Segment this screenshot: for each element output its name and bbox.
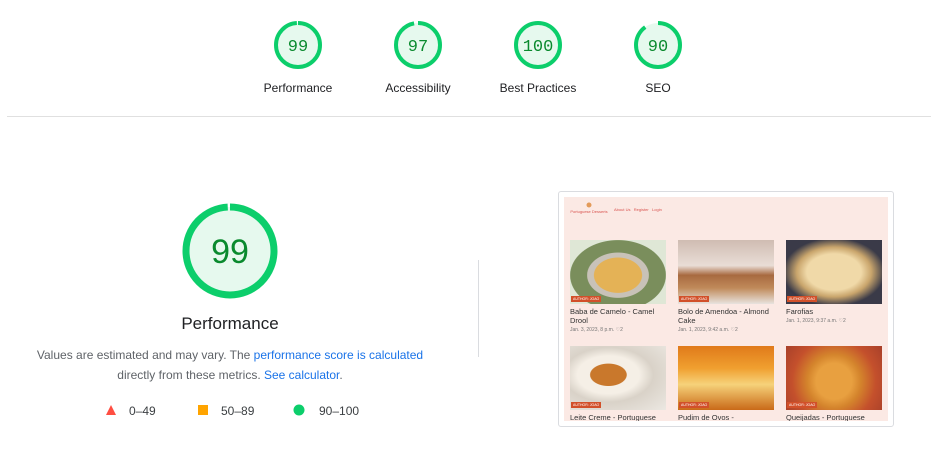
fail-triangle-icon (106, 405, 116, 415)
performance-score-link[interactable]: performance score is calculated (254, 348, 423, 362)
gauge-seo[interactable]: 90 SEO (598, 20, 718, 95)
site-logo-icon (586, 202, 592, 208)
vertical-separator (478, 260, 479, 357)
site-name: Portuguese Desserts (570, 209, 608, 214)
recipe-image: AUTHOR: JOAO (786, 240, 882, 304)
gauge-label: Accessibility (385, 81, 451, 95)
gauge-score: 90 (648, 38, 668, 57)
recipe-meta: Jan. 3, 2023, 8 p.m. ♡2 (570, 327, 623, 333)
author-tag: AUTHOR: JOAO (571, 402, 602, 408)
legend-range: 90–100 (319, 404, 360, 418)
author-tag: AUTHOR: JOAO (787, 402, 818, 408)
recipe-image: AUTHOR: JOAO (570, 240, 666, 304)
desc-text: Values are estimated and may vary. The (36, 348, 254, 362)
recipe-card: AUTHOR: JOAO Pudim de Ovos - Portuguese … (678, 346, 774, 421)
desc-text: . (339, 368, 343, 382)
score-summary: 99 Performance 97 Accessibility 100 Best… (0, 0, 931, 116)
recipe-card: AUTHOR: JOAO Bolo de Amendoa - Almond Ca… (678, 240, 774, 333)
final-screenshot[interactable]: Portuguese Desserts About Us Register Lo… (558, 191, 894, 427)
recipe-title: Leite Creme - Portuguese (570, 413, 656, 421)
gauge-label: Best Practices (499, 81, 577, 95)
nav-link: About Us (614, 207, 631, 212)
recipe-title: Pudim de Ovos - Portuguese Egg Pudding (678, 413, 734, 421)
score-gauge: 90 (634, 21, 682, 69)
recipe-image: AUTHOR: JOAO (678, 240, 774, 304)
performance-score: 99 (211, 233, 249, 271)
score-gauge: 99 (274, 21, 322, 69)
gauge-label: Performance (263, 81, 333, 95)
score-gauge: 97 (394, 21, 442, 69)
gauge-label: SEO (645, 81, 671, 95)
author-tag: AUTHOR: JOAO (787, 296, 818, 302)
gauge-score: 97 (408, 38, 428, 57)
author-tag: AUTHOR: JOAO (679, 296, 710, 302)
legend-average: 50–89 (197, 404, 254, 418)
nav-link: Login (652, 207, 662, 212)
gauge-accessibility[interactable]: 97 Accessibility (358, 20, 478, 95)
section-divider (7, 116, 931, 117)
recipe-card: AUTHOR: JOAO Queijadas - Portuguese Chee… (786, 346, 882, 421)
recipe-title: Baba de Camelo - Camel Drool (570, 307, 655, 325)
author-tag: AUTHOR: JOAO (679, 402, 710, 408)
desc-text: directly from these metrics. (117, 368, 264, 382)
legend-range: 50–89 (221, 404, 255, 418)
recipe-image: AUTHOR: JOAO (570, 346, 666, 410)
legend-range: 0–49 (129, 404, 156, 418)
recipe-title: Farofias (786, 307, 814, 316)
author-tag: AUTHOR: JOAO (571, 296, 602, 302)
score-gauge: 100 (514, 21, 562, 69)
recipe-meta: Jan. 1, 2023, 9:37 a.m. ♡2 (786, 318, 846, 324)
calculator-link[interactable]: See calculator (264, 368, 339, 382)
screenshot-page: Portuguese Desserts About Us Register Lo… (564, 197, 888, 421)
average-square-icon (198, 405, 208, 415)
legend-pass: 90–100 (293, 404, 359, 418)
legend-fail: 0–49 (105, 404, 156, 418)
gauge-performance[interactable]: 99 Performance (238, 20, 358, 95)
pass-circle-icon (293, 404, 305, 416)
recipe-card: AUTHOR: JOAO Baba de Camelo - Camel Droo… (570, 240, 666, 333)
recipe-card: AUTHOR: JOAO Farofias Jan. 1, 2023, 9:37… (786, 240, 882, 324)
recipe-title: Bolo de Amendoa - Almond Cake (678, 307, 769, 325)
gauge-score: 100 (523, 38, 554, 57)
gauge-score: 99 (288, 38, 308, 57)
performance-gauge-large: 99 (182, 203, 278, 299)
recipe-image: AUTHOR: JOAO (678, 346, 774, 410)
recipe-meta: Jan. 1, 2023, 9:42 a.m. ♡2 (678, 327, 738, 333)
recipe-image: AUTHOR: JOAO (786, 346, 882, 410)
recipe-card: AUTHOR: JOAO Leite Creme - Portuguese (570, 346, 666, 421)
recipe-title: Queijadas - Portuguese Cheesecake Tarts (786, 413, 865, 421)
nav-link: Register (633, 207, 649, 212)
gauge-best-practices[interactable]: 100 Best Practices (478, 20, 598, 95)
performance-title: Performance (181, 314, 279, 333)
performance-description: Values are estimated and may vary. The p… (30, 345, 430, 385)
